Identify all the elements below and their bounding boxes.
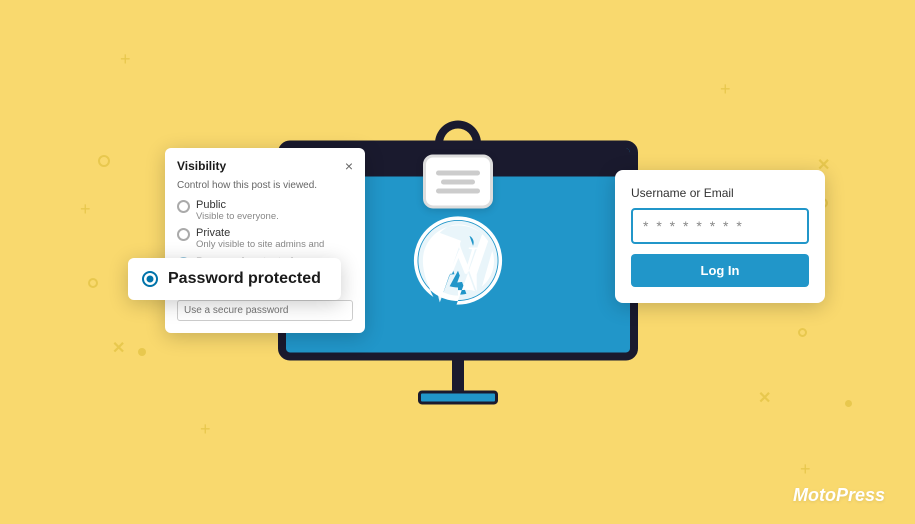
radio-public-desc: Visible to everyone. [196,211,279,223]
deco-plus-2: + [720,80,731,98]
padlock-line-1 [436,170,480,175]
deco-plus-3: + [80,200,91,218]
visibility-close-button[interactable]: × [345,158,353,174]
password-protected-label: Password protected [168,270,321,288]
visibility-option-private-text: Private Only visible to site admins and [196,227,324,251]
padlock-shackle [435,120,481,154]
visibility-option-private[interactable]: Private Only visible to site admins and [177,227,353,251]
password-protected-badge: Password protected [128,258,341,300]
motopress-brand: MotoPress [793,485,885,506]
deco-plus-5: + [800,460,811,478]
deco-x-2: ✕ [758,388,771,408]
radio-private-label: Private [196,227,324,239]
deco-circle-1 [98,155,110,167]
monitor-base [418,390,498,404]
visibility-option-public[interactable]: Public Visible to everyone. [177,199,353,223]
motopress-logo-text: MotoPress [793,485,885,505]
visibility-panel-header: Visibility × [177,158,353,174]
login-panel: Username or Email Log In [615,170,825,303]
deco-plus-1: + [120,50,131,68]
login-username-label: Username or Email [631,186,809,200]
radio-private-desc: Only visible to site admins and [196,239,324,251]
radio-public [177,200,190,213]
visibility-option-public-text: Public Visible to everyone. [196,199,279,223]
padlock-line-3 [436,188,480,193]
deco-circle-6 [845,400,852,407]
badge-radio-icon [142,271,158,287]
wordpress-logo: W [413,215,503,305]
deco-circle-5 [798,328,807,337]
radio-public-label: Public [196,199,279,211]
padlock-line-2 [441,179,475,184]
deco-plus-4: + [200,420,211,438]
visibility-subtitle: Control how this post is viewed. [177,180,353,191]
deco-circle-3 [138,348,146,356]
padlock [423,120,493,208]
deco-circle-2 [88,278,98,288]
padlock-body [423,154,493,208]
login-password-field[interactable] [631,208,809,244]
login-button[interactable]: Log In [631,254,809,287]
svg-text:W: W [438,238,478,282]
deco-x-3: ✕ [112,338,125,358]
monitor-stand [452,360,464,390]
visibility-panel: Visibility × Control how this post is vi… [165,148,365,333]
password-input[interactable] [177,300,353,321]
radio-private [177,228,190,241]
visibility-panel-title: Visibility [177,159,226,173]
